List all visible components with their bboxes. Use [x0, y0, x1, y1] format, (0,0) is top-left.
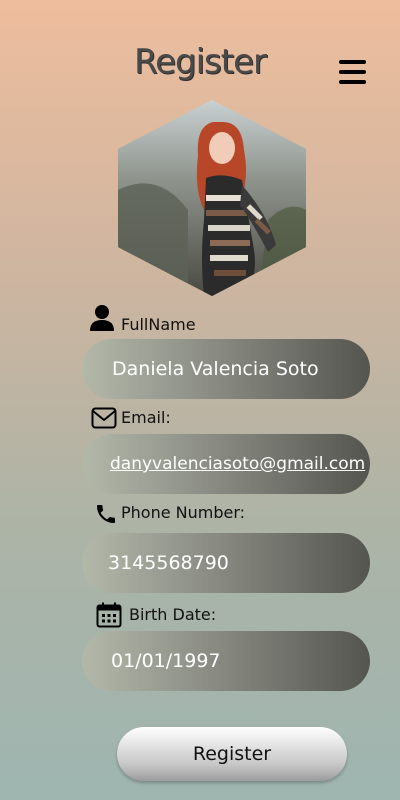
hamburger-bar — [339, 80, 366, 84]
fullname-input[interactable]: Daniela Valencia Soto — [82, 339, 370, 399]
profile-photo-illustration — [118, 100, 306, 296]
hamburger-bar — [339, 70, 366, 74]
profile-photo — [118, 100, 306, 296]
user-icon — [90, 305, 114, 331]
register-button[interactable]: Register — [117, 727, 347, 781]
fullname-label: FullName — [121, 315, 196, 334]
birth-date-label: Birth Date: — [129, 605, 217, 624]
email-label: Email: — [121, 408, 171, 427]
phone-label: Phone Number: — [121, 503, 246, 522]
envelope-icon — [91, 407, 117, 429]
menu-button[interactable] — [338, 58, 368, 86]
calendar-icon — [96, 602, 122, 628]
hamburger-menu-icon — [339, 60, 366, 64]
phone-icon — [97, 505, 115, 523]
email-input[interactable]: danyvalenciasoto@gmail.com — [82, 434, 370, 494]
birth-date-input[interactable]: 01/01/1997 — [82, 631, 370, 691]
phone-input[interactable]: 3145568790 — [82, 533, 370, 593]
